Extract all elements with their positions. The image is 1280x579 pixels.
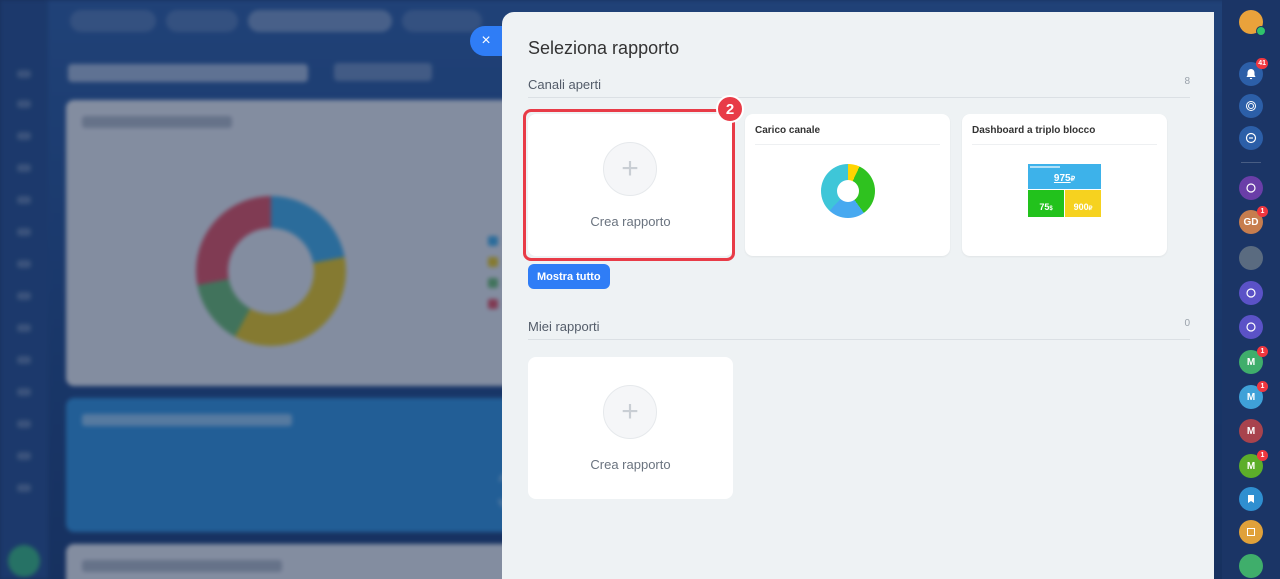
card-title: Carico canale — [755, 125, 821, 136]
donut-chart-thumbnail — [821, 164, 875, 218]
close-button[interactable]: × — [470, 26, 502, 56]
create-report-label: Crea rapporto — [590, 457, 671, 472]
notification-badge: 41 — [1256, 58, 1268, 69]
report-card-triple-dashboard[interactable]: Dashboard a triplo blocco 975₽ 75$ 900₽ — [962, 114, 1167, 256]
plus-icon: + — [603, 142, 657, 196]
chat-avatar-m-2[interactable]: M 1 — [1239, 381, 1268, 409]
show-all-button[interactable]: Mostra tutto — [528, 264, 610, 289]
report-card-channel-load[interactable]: Carico canale — [745, 114, 950, 256]
notes-icon[interactable] — [1239, 520, 1263, 544]
chat-avatar-m-4[interactable]: M 1 — [1239, 450, 1268, 478]
close-icon: × — [481, 32, 491, 49]
right-sidebar: 41 GD 1 M 1 M 1 M M 1 — [1222, 0, 1280, 579]
create-my-report-card[interactable]: + Crea rapporto — [528, 357, 733, 499]
create-report-card[interactable]: + Crea rapporto — [528, 114, 733, 256]
section-my-reports: Miei rapporti 0 — [528, 318, 1190, 340]
chat-search-icon[interactable] — [1239, 126, 1263, 150]
thumb-left-block: 75$ — [1028, 190, 1064, 217]
bell-icon[interactable]: 41 — [1239, 58, 1268, 86]
chat-avatar-m[interactable]: M 1 — [1239, 346, 1268, 374]
user-avatar[interactable] — [1239, 10, 1266, 36]
panel-title: Seleziona rapporto — [528, 38, 680, 58]
thumb-top-block: 975₽ — [1028, 164, 1101, 189]
chat-avatar-m-3[interactable]: M — [1239, 419, 1263, 443]
section-label: Miei rapporti — [528, 319, 600, 334]
plus-icon: + — [603, 385, 657, 439]
step-badge: 2 — [716, 95, 744, 123]
thumb-right-block: 900₽ — [1065, 190, 1101, 217]
fingerprint-icon[interactable] — [1239, 94, 1263, 118]
online-status-icon — [1256, 26, 1266, 36]
section-label: Canali aperti — [528, 77, 601, 92]
thumb-top-unit: ₽ — [1070, 176, 1076, 183]
open-channel-icon[interactable] — [1239, 281, 1263, 305]
create-report-label: Crea rapporto — [590, 214, 671, 229]
chat-avatar-gd[interactable]: GD 1 — [1239, 206, 1268, 234]
thumb-top-value: 975 — [1053, 173, 1071, 184]
section-count: 8 — [1184, 76, 1190, 87]
triple-dashboard-thumbnail: 975₽ 75$ 900₽ — [1028, 164, 1101, 217]
section-open-channels: Canali aperti 8 — [528, 76, 1190, 98]
copilot-icon[interactable] — [1239, 176, 1263, 200]
card-title: Dashboard a triplo blocco — [972, 125, 1096, 136]
bookmark-icon[interactable] — [1239, 487, 1263, 511]
group-chat-icon[interactable] — [1239, 246, 1263, 270]
section-count: 0 — [1184, 318, 1190, 329]
tasks-icon[interactable] — [1239, 554, 1263, 578]
open-channel-icon-2[interactable] — [1239, 315, 1263, 339]
